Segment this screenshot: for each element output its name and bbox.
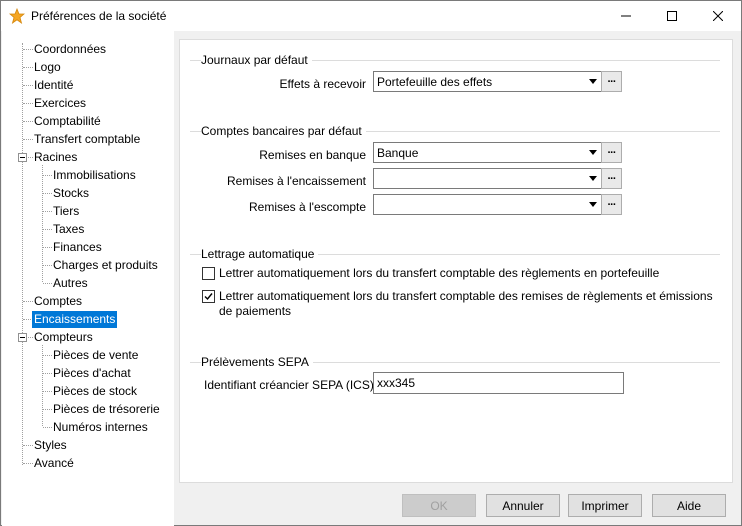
effets-combo[interactable]: Portefeuille des effets bbox=[373, 71, 602, 92]
lettrage-portefeuille-label: Lettrer automatiquement lors du transfer… bbox=[219, 266, 660, 280]
tree-item-autres[interactable]: Autres bbox=[51, 274, 90, 292]
tree-item-stocks[interactable]: Stocks bbox=[51, 184, 91, 202]
lettrage-portefeuille-checkbox[interactable] bbox=[202, 267, 215, 280]
tree-item-comptes[interactable]: Comptes bbox=[32, 292, 84, 310]
tree-item-logo[interactable]: Logo bbox=[32, 58, 63, 76]
tree-item-taxes[interactable]: Taxes bbox=[51, 220, 86, 238]
minimize-button[interactable] bbox=[603, 1, 649, 31]
encaissements-panel: Journaux par défaut Effets à recevoir Po… bbox=[179, 39, 733, 483]
group-title-journaux: Journaux par défaut bbox=[201, 53, 312, 67]
tree-item-racines[interactable]: Racines bbox=[32, 148, 79, 166]
collapse-racines-icon[interactable] bbox=[18, 153, 27, 162]
group-title-lettrage: Lettrage automatique bbox=[201, 247, 319, 261]
chevron-down-icon[interactable] bbox=[584, 169, 601, 188]
title-bar: Préférences de la société bbox=[1, 1, 741, 31]
tree-item-styles[interactable]: Styles bbox=[32, 436, 69, 454]
lettrage-portefeuille-checkbox-row[interactable]: Lettrer automatiquement lors du transfer… bbox=[202, 266, 722, 282]
checkmark-icon bbox=[204, 293, 213, 301]
aide-button-label: Aide bbox=[676, 498, 702, 513]
collapse-compteurs-icon[interactable] bbox=[18, 333, 27, 342]
tree-item-encaissements[interactable]: Encaissements bbox=[32, 310, 118, 328]
tree-item-pieces-tresorerie[interactable]: Pièces de trésorerie bbox=[51, 400, 162, 418]
tree-item-exercices[interactable]: Exercices bbox=[32, 94, 88, 112]
tree-item-immobilisations[interactable]: Immobilisations bbox=[51, 166, 138, 184]
remises-banque-value: Banque bbox=[377, 146, 419, 160]
effets-value: Portefeuille des effets bbox=[377, 75, 493, 89]
remises-encaissement-combo[interactable] bbox=[373, 168, 602, 189]
tree-item-charges-produits[interactable]: Charges et produits bbox=[51, 256, 160, 274]
remises-escompte-browse-button[interactable]: ··· bbox=[601, 194, 622, 215]
annuler-button-label: Annuler bbox=[502, 498, 544, 513]
ok-button[interactable]: OK bbox=[402, 494, 476, 517]
lettrage-remises-label-line2: de paiements bbox=[219, 304, 292, 318]
imprimer-button[interactable]: Imprimer bbox=[568, 494, 642, 517]
tree-guide-root bbox=[22, 43, 23, 465]
remises-escompte-combo[interactable] bbox=[373, 194, 602, 215]
lettrage-remises-label: Lettrer automatiquement lors du transfer… bbox=[219, 289, 713, 319]
chevron-down-icon[interactable] bbox=[584, 143, 601, 162]
tree-item-coordonnees[interactable]: Coordonnées bbox=[32, 40, 108, 58]
remises-banque-combo[interactable]: Banque bbox=[373, 142, 602, 163]
tree-item-transfert-comptable[interactable]: Transfert comptable bbox=[32, 130, 142, 148]
maximize-button[interactable] bbox=[649, 1, 695, 31]
ics-input[interactable]: xxx345 bbox=[373, 372, 624, 394]
tree-item-tiers[interactable]: Tiers bbox=[51, 202, 81, 220]
close-button[interactable] bbox=[695, 1, 741, 31]
maximize-icon bbox=[667, 11, 677, 21]
preferences-window: Préférences de la société Coordonnées Lo… bbox=[0, 0, 742, 526]
tree-item-compteurs[interactable]: Compteurs bbox=[32, 328, 95, 346]
chevron-down-icon[interactable] bbox=[584, 195, 601, 214]
settings-tree: Coordonnées Logo Identité Exercices Comp… bbox=[2, 31, 174, 526]
tree-item-finances[interactable]: Finances bbox=[51, 238, 104, 256]
ics-label: Identifiant créancier SEPA (ICS) bbox=[204, 378, 374, 392]
lettrage-remises-checkbox-row[interactable]: Lettrer automatiquement lors du transfer… bbox=[202, 289, 722, 321]
remises-encaissement-label: Remises à l'encaissement bbox=[226, 174, 366, 188]
minimize-icon bbox=[621, 15, 631, 17]
remises-banque-browse-button[interactable]: ··· bbox=[601, 142, 622, 163]
lettrage-remises-checkbox[interactable] bbox=[202, 290, 215, 303]
lettrage-remises-label-line1: Lettrer automatiquement lors du transfer… bbox=[219, 289, 713, 303]
imprimer-button-label: Imprimer bbox=[581, 498, 629, 513]
remises-escompte-label: Remises à l'escompte bbox=[249, 200, 366, 214]
tree-item-comptabilite[interactable]: Comptabilité bbox=[32, 112, 103, 130]
tree-item-pieces-achat[interactable]: Pièces d'achat bbox=[51, 364, 133, 382]
tree-item-pieces-stock[interactable]: Pièces de stock bbox=[51, 382, 139, 400]
aide-button[interactable]: Aide bbox=[652, 494, 726, 517]
effets-label: Effets à recevoir bbox=[279, 77, 366, 91]
star-icon bbox=[9, 8, 25, 24]
ics-value: xxx345 bbox=[377, 376, 416, 390]
effets-browse-button[interactable]: ··· bbox=[601, 71, 622, 92]
annuler-button[interactable]: Annuler bbox=[486, 494, 560, 517]
remises-banque-label: Remises en banque bbox=[259, 148, 366, 162]
tree-item-identite[interactable]: Identité bbox=[32, 76, 75, 94]
window-title: Préférences de la société bbox=[31, 9, 167, 23]
group-title-comptes: Comptes bancaires par défaut bbox=[201, 124, 366, 138]
tree-guide-compteurs bbox=[42, 345, 43, 426]
group-title-sepa: Prélèvements SEPA bbox=[201, 355, 313, 369]
close-icon bbox=[713, 11, 723, 21]
tree-item-pieces-vente[interactable]: Pièces de vente bbox=[51, 346, 140, 364]
ok-button-label: OK bbox=[430, 498, 448, 513]
remises-encaissement-browse-button[interactable]: ··· bbox=[601, 168, 622, 189]
chevron-down-icon[interactable] bbox=[584, 72, 601, 91]
tree-item-avance[interactable]: Avancé bbox=[32, 454, 76, 472]
tree-item-numeros-internes[interactable]: Numéros internes bbox=[51, 418, 150, 436]
